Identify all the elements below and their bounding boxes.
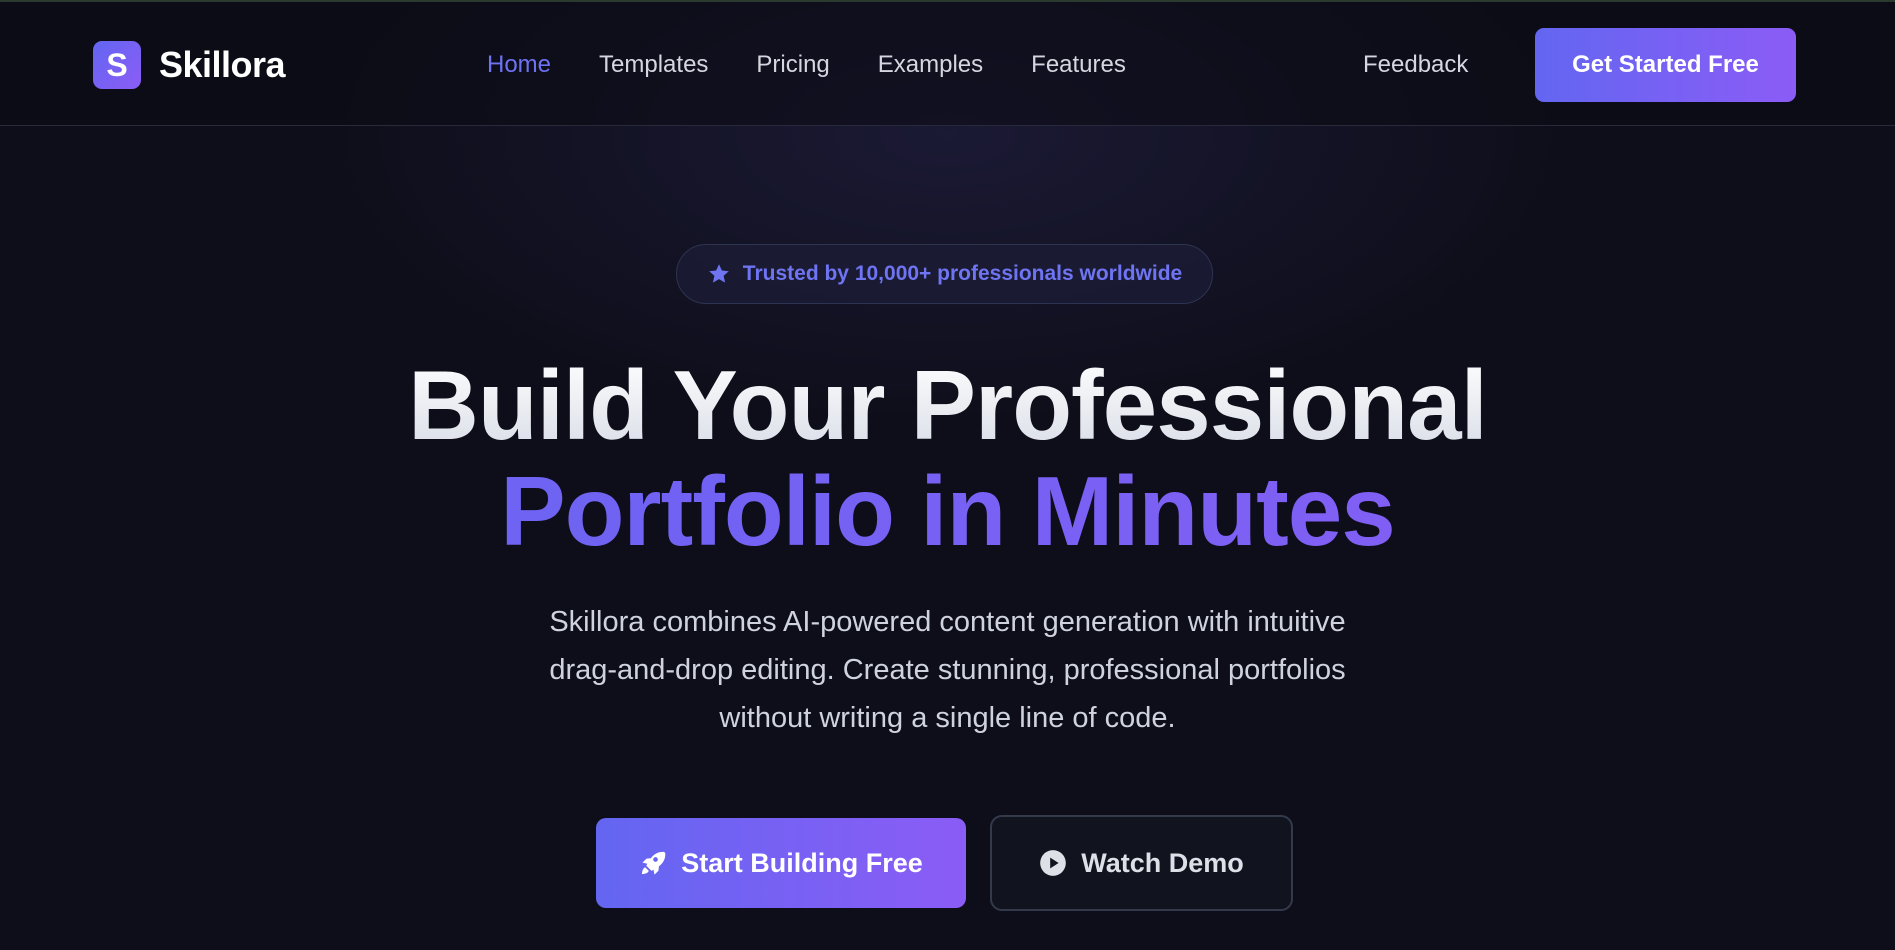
rocket-icon bbox=[639, 849, 667, 877]
hero-headline: Build Your Professional Portfolio in Min… bbox=[0, 352, 1895, 564]
subtitle-line: without writing a single line of code. bbox=[719, 702, 1176, 734]
logo-text: Skillora bbox=[159, 44, 286, 85]
headline-line-1: Build Your Professional bbox=[0, 352, 1895, 458]
feedback-link[interactable]: Feedback bbox=[1363, 48, 1468, 82]
headline-line-2: Portfolio in Minutes bbox=[0, 458, 1895, 564]
nav-item-examples[interactable]: Examples bbox=[878, 51, 983, 79]
landing-page: S Skillora Home Templates Pricing Exampl… bbox=[0, 0, 1895, 950]
start-building-label: Start Building Free bbox=[681, 847, 923, 878]
nav-item-templates[interactable]: Templates bbox=[599, 51, 708, 79]
start-building-button[interactable]: Start Building Free bbox=[596, 818, 966, 908]
watch-demo-label: Watch Demo bbox=[1081, 847, 1244, 878]
hero-subtitle: Skillora combines AI-powered content gen… bbox=[470, 598, 1425, 742]
watch-demo-button[interactable]: Watch Demo bbox=[990, 815, 1293, 911]
subtitle-line: Skillora combines AI-powered content gen… bbox=[549, 606, 1346, 638]
main-nav: Home Templates Pricing Examples Features bbox=[487, 48, 1126, 82]
site-header: S Skillora Home Templates Pricing Exampl… bbox=[0, 2, 1895, 126]
trust-badge: Trusted by 10,000+ professionals worldwi… bbox=[676, 244, 1213, 304]
star-icon bbox=[707, 262, 731, 286]
nav-item-pricing[interactable]: Pricing bbox=[756, 51, 829, 79]
logo-mark: S bbox=[93, 41, 141, 89]
play-circle-icon bbox=[1039, 849, 1067, 877]
nav-item-home[interactable]: Home bbox=[487, 51, 551, 79]
get-started-button[interactable]: Get Started Free bbox=[1535, 28, 1796, 102]
subtitle-line: drag-and-drop editing. Create stunning, … bbox=[549, 654, 1346, 686]
logo-link[interactable]: S Skillora bbox=[93, 41, 286, 89]
nav-item-features[interactable]: Features bbox=[1031, 51, 1126, 79]
trust-badge-text: Trusted by 10,000+ professionals worldwi… bbox=[742, 262, 1183, 285]
